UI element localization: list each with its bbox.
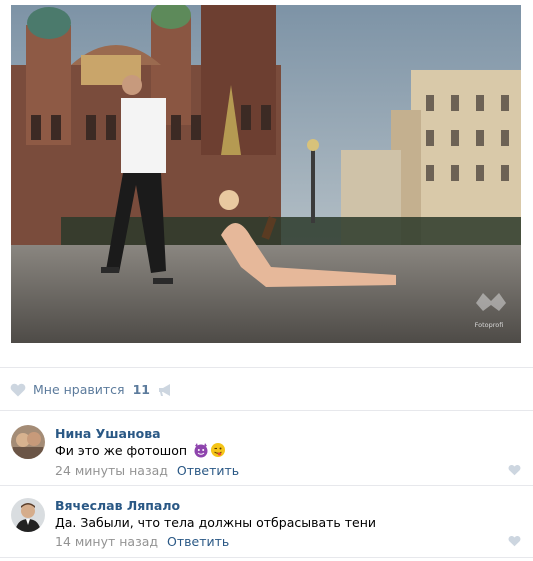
post-actions-bar: Мне нравится 11 xyxy=(0,367,533,411)
comment-like-heart-icon[interactable] xyxy=(508,464,521,476)
winking-tongue-face-icon xyxy=(211,443,226,457)
comment-text-row: Да. Забыли, что тела должны отбрасывать … xyxy=(55,515,376,530)
avatar[interactable] xyxy=(11,425,45,459)
like-label: Мне нравится xyxy=(33,382,125,397)
watermark-text: Fotoprofi xyxy=(475,321,504,329)
reply-link[interactable]: Ответить xyxy=(167,534,229,549)
avatar[interactable] xyxy=(11,498,45,532)
reply-link[interactable]: Ответить xyxy=(177,463,239,478)
megaphone-share-icon[interactable] xyxy=(157,383,173,397)
heart-icon xyxy=(10,383,26,396)
like-count: 11 xyxy=(132,382,150,397)
comment-text-row: Фи это же фотошоп xyxy=(55,442,226,458)
post-photo-image: Fotoprofi xyxy=(11,5,521,343)
avatar-image xyxy=(11,425,45,459)
comment-item: Вячеслав Ляпало Да. Забыли, что тела дол… xyxy=(0,487,533,558)
comment-like-heart-icon[interactable] xyxy=(508,535,521,547)
comment-meta: 14 минут назад Ответить xyxy=(55,534,229,549)
comment-meta: 24 минуты назад Ответить xyxy=(55,463,239,478)
comment-text: Фи это же фотошоп xyxy=(55,442,188,458)
smiling-imp-icon xyxy=(194,443,208,458)
post-photo[interactable]: Fotoprofi xyxy=(11,5,521,343)
comment-time[interactable]: 24 минуты назад xyxy=(55,463,168,478)
comment-item: Нина Ушанова Фи это же фотошоп 24 минуты… xyxy=(0,412,533,486)
avatar-image xyxy=(11,498,45,532)
comment-author[interactable]: Нина Ушанова xyxy=(55,426,161,441)
comment-text: Да. Забыли, что тела должны отбрасывать … xyxy=(55,515,377,530)
like-button[interactable]: Мне нравится 11 xyxy=(10,382,150,397)
comment-time[interactable]: 14 минут назад xyxy=(55,534,158,549)
comment-author[interactable]: Вячеслав Ляпало xyxy=(55,498,180,513)
